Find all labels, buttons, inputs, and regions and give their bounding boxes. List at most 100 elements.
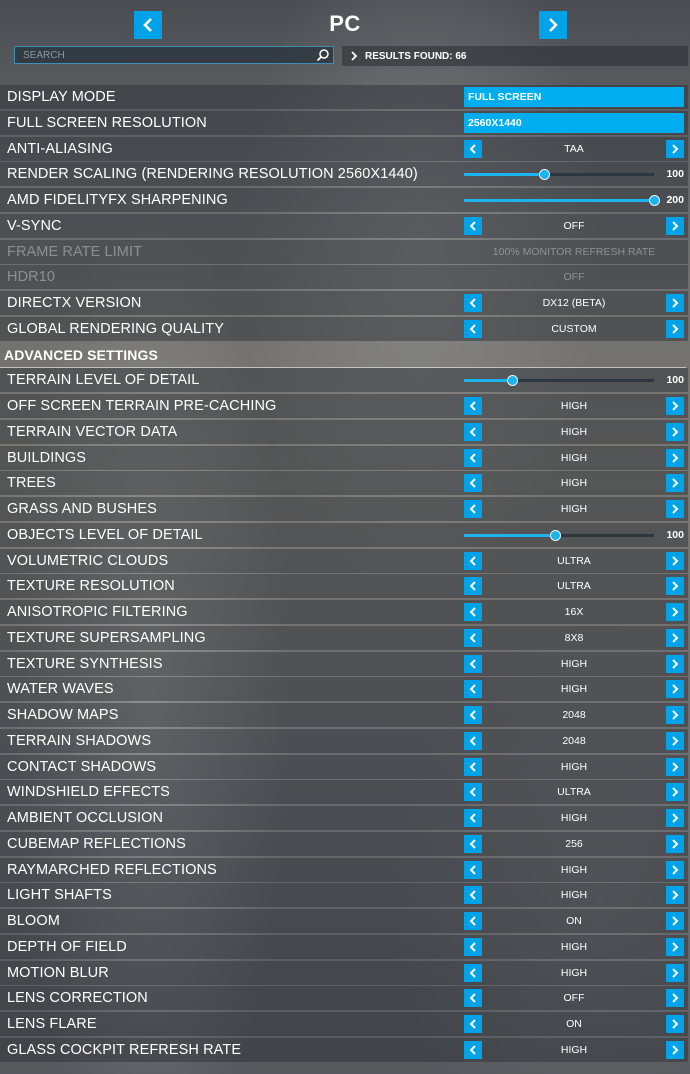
setting-value-field[interactable]: FULL SCREEN <box>464 87 684 107</box>
setting-row-render-scaling-rendering-resolution-2560x1440[interactable]: RENDER SCALING (RENDERING RESOLUTION 256… <box>0 162 688 187</box>
next-option-button[interactable] <box>666 783 684 802</box>
previous-option-button[interactable] <box>464 757 482 776</box>
next-option-button[interactable] <box>666 216 684 235</box>
previous-option-button[interactable] <box>464 577 482 596</box>
next-option-button[interactable] <box>666 397 684 415</box>
next-option-button[interactable] <box>666 989 684 1008</box>
next-option-button[interactable] <box>666 834 684 853</box>
setting-row-terrain-vector-data[interactable]: TERRAIN VECTOR DATA HIGH <box>0 419 688 444</box>
previous-option-button[interactable] <box>464 680 482 699</box>
setting-row-directx-version[interactable]: DIRECTX VERSION DX12 (BETA) <box>0 291 688 315</box>
previous-option-button[interactable] <box>464 474 482 493</box>
slider-track[interactable] <box>464 529 654 541</box>
previous-option-button[interactable] <box>464 834 482 853</box>
setting-row-volumetric-clouds[interactable]: VOLUMETRIC CLOUDS ULTRA <box>0 548 688 573</box>
setting-row-raymarched-reflections[interactable]: RAYMARCHED REFLECTIONS HIGH <box>0 857 688 882</box>
setting-row-light-shafts[interactable]: LIGHT SHAFTS HIGH <box>0 883 688 908</box>
next-option-button[interactable] <box>666 1015 684 1033</box>
previous-option-button[interactable] <box>464 912 482 930</box>
setting-row-anisotropic-filtering[interactable]: ANISOTROPIC FILTERING 16X <box>0 600 688 624</box>
setting-row-full-screen-resolution[interactable]: FULL SCREEN RESOLUTION 2560X1440 <box>0 110 688 135</box>
setting-row-v-sync[interactable]: V-SYNC OFF <box>0 213 688 238</box>
slider-handle[interactable] <box>550 529 562 541</box>
next-option-button[interactable] <box>666 706 684 724</box>
previous-option-button[interactable] <box>464 654 482 673</box>
setting-row-depth-of-field[interactable]: DEPTH OF FIELD HIGH <box>0 934 688 959</box>
previous-option-button[interactable] <box>464 397 482 415</box>
previous-option-button[interactable] <box>464 139 482 158</box>
previous-option-button[interactable] <box>464 319 482 338</box>
setting-row-glass-cockpit-refresh-rate[interactable]: GLASS COCKPIT REFRESH RATE HIGH <box>0 1037 688 1062</box>
previous-option-button[interactable] <box>464 603 482 621</box>
setting-row-off-screen-terrain-pre-caching[interactable]: OFF SCREEN TERRAIN PRE-CACHING HIGH <box>0 394 688 418</box>
setting-row-trees[interactable]: TREES HIGH <box>0 471 688 496</box>
next-option-button[interactable] <box>666 577 684 596</box>
previous-option-button[interactable] <box>464 731 482 750</box>
setting-row-water-waves[interactable]: WATER WAVES HIGH <box>0 677 688 702</box>
setting-row-anti-aliasing[interactable]: ANTI-ALIASING TAA <box>0 136 688 161</box>
setting-row-global-rendering-quality[interactable]: GLOBAL RENDERING QUALITY CUSTOM <box>0 316 688 341</box>
next-option-button[interactable] <box>666 809 684 827</box>
setting-row-terrain-level-of-detail[interactable]: TERRAIN LEVEL OF DETAIL 100 <box>0 368 688 393</box>
setting-row-motion-blur[interactable]: MOTION BLUR HIGH <box>0 960 688 985</box>
previous-option-button[interactable] <box>464 937 482 956</box>
setting-row-ambient-occlusion[interactable]: AMBIENT OCCLUSION HIGH <box>0 806 688 830</box>
next-option-button[interactable] <box>666 654 684 673</box>
search-box[interactable] <box>14 46 334 64</box>
setting-row-texture-resolution[interactable]: TEXTURE RESOLUTION ULTRA <box>0 574 688 599</box>
setting-row-grass-and-bushes[interactable]: GRASS AND BUSHES HIGH <box>0 497 688 521</box>
next-option-button[interactable] <box>666 422 684 441</box>
next-page-button[interactable] <box>539 11 567 39</box>
search-icon[interactable] <box>316 48 330 62</box>
previous-option-button[interactable] <box>464 706 482 724</box>
previous-option-button[interactable] <box>464 500 482 518</box>
next-option-button[interactable] <box>666 680 684 699</box>
next-option-button[interactable] <box>666 886 684 905</box>
search-input[interactable] <box>15 48 316 62</box>
slider-track[interactable] <box>464 195 660 206</box>
setting-value-field[interactable]: 2560X1440 <box>464 112 684 133</box>
previous-option-button[interactable] <box>464 216 482 235</box>
setting-row-windshield-effects[interactable]: WINDSHIELD EFFECTS ULTRA <box>0 780 688 805</box>
previous-option-button[interactable] <box>464 1040 482 1059</box>
next-option-button[interactable] <box>666 912 684 930</box>
previous-option-button[interactable] <box>464 809 482 827</box>
next-option-button[interactable] <box>666 1040 684 1059</box>
next-option-button[interactable] <box>666 448 684 467</box>
previous-option-button[interactable] <box>464 963 482 982</box>
next-option-button[interactable] <box>666 963 684 982</box>
previous-option-button[interactable] <box>464 294 482 312</box>
next-option-button[interactable] <box>666 628 684 647</box>
next-option-button[interactable] <box>666 937 684 956</box>
previous-option-button[interactable] <box>464 886 482 905</box>
setting-row-amd-fidelityfx-sharpening[interactable]: AMD FIDELITYFX SHARPENING 200 <box>0 188 688 212</box>
next-option-button[interactable] <box>666 319 684 338</box>
slider-track[interactable] <box>464 375 654 387</box>
setting-row-contact-shadows[interactable]: CONTACT SHADOWS HIGH <box>0 754 688 779</box>
setting-row-objects-level-of-detail[interactable]: OBJECTS LEVEL OF DETAIL 100 <box>0 522 688 547</box>
previous-option-button[interactable] <box>464 783 482 802</box>
next-option-button[interactable] <box>666 500 684 518</box>
setting-row-shadow-maps[interactable]: SHADOW MAPS 2048 <box>0 703 688 727</box>
next-option-button[interactable] <box>666 474 684 493</box>
setting-row-lens-correction[interactable]: LENS CORRECTION OFF <box>0 986 688 1011</box>
setting-row-lens-flare[interactable]: LENS FLARE ON <box>0 1012 688 1036</box>
previous-option-button[interactable] <box>464 989 482 1008</box>
slider-handle[interactable] <box>538 169 550 181</box>
next-option-button[interactable] <box>666 757 684 776</box>
setting-row-buildings[interactable]: BUILDINGS HIGH <box>0 445 688 470</box>
previous-option-button[interactable] <box>464 860 482 879</box>
previous-option-button[interactable] <box>464 628 482 647</box>
setting-row-terrain-shadows[interactable]: TERRAIN SHADOWS 2048 <box>0 728 688 753</box>
next-option-button[interactable] <box>666 603 684 621</box>
previous-option-button[interactable] <box>464 448 482 467</box>
previous-option-button[interactable] <box>464 551 482 570</box>
setting-row-texture-supersampling[interactable]: TEXTURE SUPERSAMPLING 8X8 <box>0 625 688 650</box>
setting-row-cubemap-reflections[interactable]: CUBEMAP REFLECTIONS 256 <box>0 831 688 856</box>
slider-track[interactable] <box>464 169 654 181</box>
next-option-button[interactable] <box>666 139 684 158</box>
previous-option-button[interactable] <box>464 422 482 441</box>
previous-option-button[interactable] <box>464 1015 482 1033</box>
slider-handle[interactable] <box>506 375 518 387</box>
setting-row-bloom[interactable]: BLOOM ON <box>0 909 688 933</box>
